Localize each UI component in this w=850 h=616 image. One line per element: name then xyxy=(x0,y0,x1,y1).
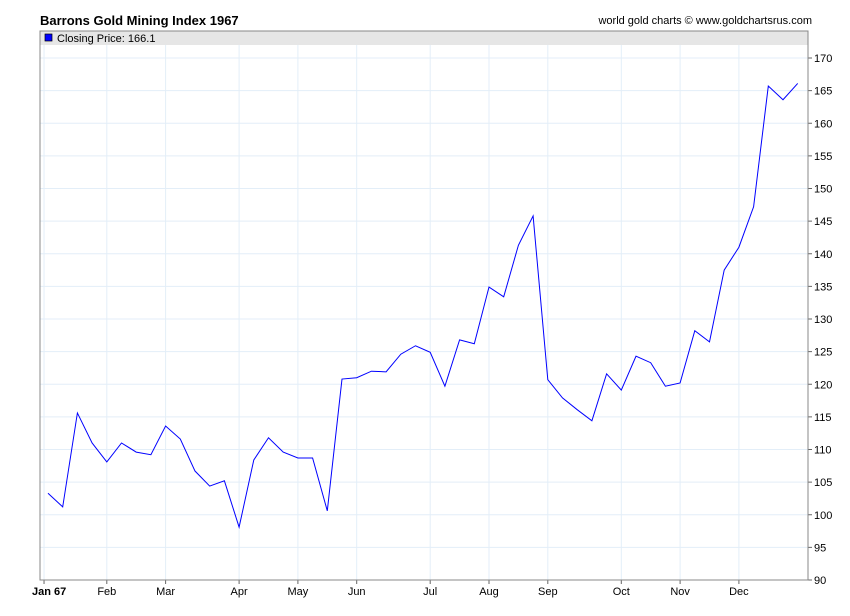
x-tick-label: Aug xyxy=(479,586,499,598)
x-tick-label: Dec xyxy=(729,586,749,598)
y-tick-label: 95 xyxy=(814,542,826,554)
y-tick-label: 90 xyxy=(814,575,826,587)
y-tick-label: 130 xyxy=(814,314,832,326)
y-tick-label: 145 xyxy=(814,216,832,228)
y-tick-label: 170 xyxy=(814,53,832,65)
y-tick-label: 160 xyxy=(814,118,832,130)
y-tick-label: 100 xyxy=(814,510,832,522)
x-tick-label: Jan 67 xyxy=(32,586,66,598)
y-tick-label: 105 xyxy=(814,477,832,489)
x-tick-label: Feb xyxy=(97,586,116,598)
chart-container: Barrons Gold Mining Index 1967 world gol… xyxy=(0,0,850,616)
x-tick-label: Oct xyxy=(613,586,630,598)
x-tick-label: Jun xyxy=(348,586,366,598)
x-tick-label: Mar xyxy=(156,586,175,598)
y-tick-label: 140 xyxy=(814,249,832,261)
x-tick-label: Jul xyxy=(423,586,437,598)
y-tick-label: 125 xyxy=(814,347,832,359)
x-tick-label: May xyxy=(288,586,309,598)
x-tick-label: Nov xyxy=(670,586,690,598)
legend-swatch xyxy=(44,33,53,42)
y-tick-label: 165 xyxy=(814,86,832,98)
y-tick-label: 120 xyxy=(814,379,832,391)
legend-label: Closing Price: 166.1 xyxy=(57,33,155,45)
y-tick-label: 115 xyxy=(814,412,832,424)
plot-area xyxy=(40,31,808,580)
y-tick-label: 110 xyxy=(814,445,832,457)
x-tick-label: Sep xyxy=(538,586,558,598)
line-chart: 90 95 100 105 110 115 120 125 130 135 140 145 150 155… xyxy=(32,30,832,598)
y-tick-label: 155 xyxy=(814,151,832,163)
x-tick-label: Apr xyxy=(231,586,248,598)
y-tick-label: 135 xyxy=(814,281,832,293)
y-tick-label: 150 xyxy=(814,184,832,196)
